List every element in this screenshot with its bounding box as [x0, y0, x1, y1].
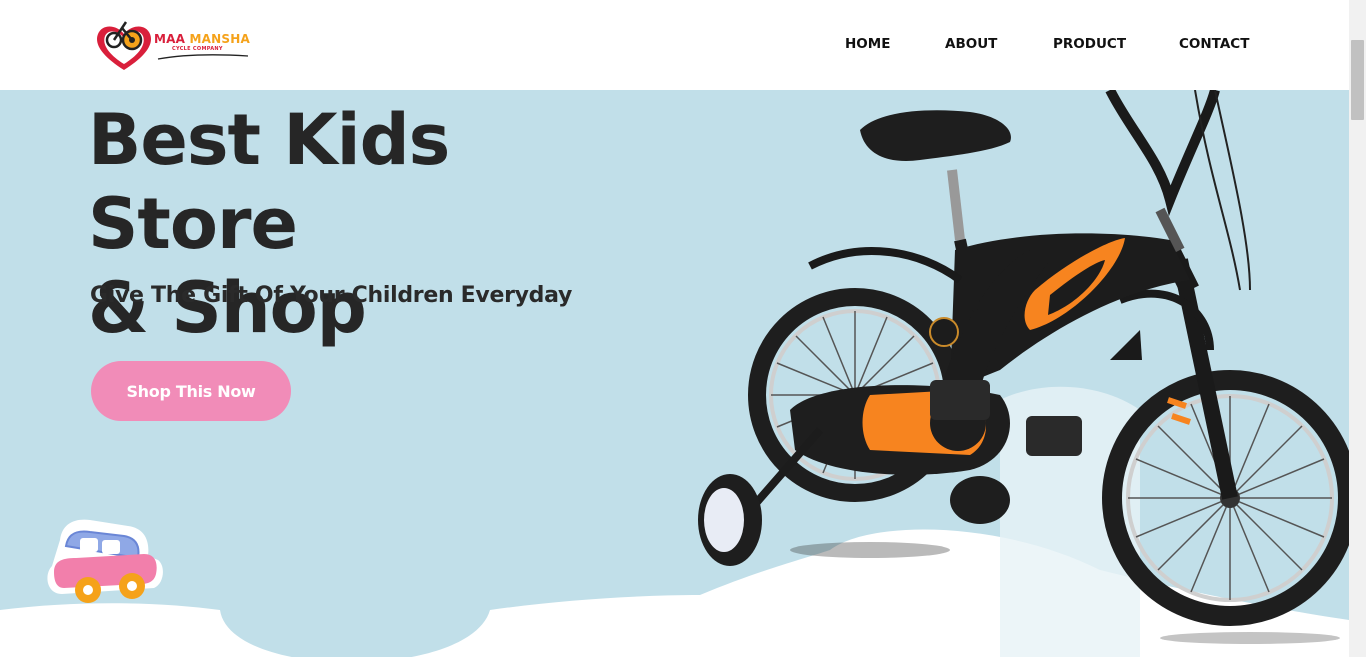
hero-subheadline: Give The Gift Of Your Children Everyday: [90, 283, 573, 308]
kids-bicycle-image: [698, 90, 1349, 644]
site-header: MAA MANSHA CYCLE COMPANY HOME ABOUT PROD…: [0, 0, 1349, 90]
logo-swoosh: [157, 54, 249, 60]
shop-now-button[interactable]: Shop This Now: [91, 361, 291, 421]
nav-product[interactable]: PRODUCT: [1053, 36, 1126, 52]
nav-home[interactable]: HOME: [845, 36, 890, 52]
scrollbar-thumb[interactable]: [1351, 40, 1364, 120]
brand-name: MAA MANSHA: [154, 32, 250, 46]
bicycle-heart-logo-icon: [97, 21, 151, 70]
hero-headline: Best Kids Store & Shop: [88, 98, 648, 350]
nav-contact[interactable]: CONTACT: [1179, 36, 1249, 52]
brand-logo[interactable]: MAA MANSHA CYCLE COMPANY: [92, 14, 256, 74]
headline-line-2: & Shop: [88, 267, 367, 349]
headline-line-1: Best Kids Store: [88, 99, 450, 265]
hero-section: Best Kids Store & Shop Give The Gift Of …: [0, 90, 1349, 657]
page-scrollbar[interactable]: [1349, 0, 1366, 657]
toy-car-icon: [47, 519, 163, 603]
nav-about[interactable]: ABOUT: [945, 36, 997, 52]
